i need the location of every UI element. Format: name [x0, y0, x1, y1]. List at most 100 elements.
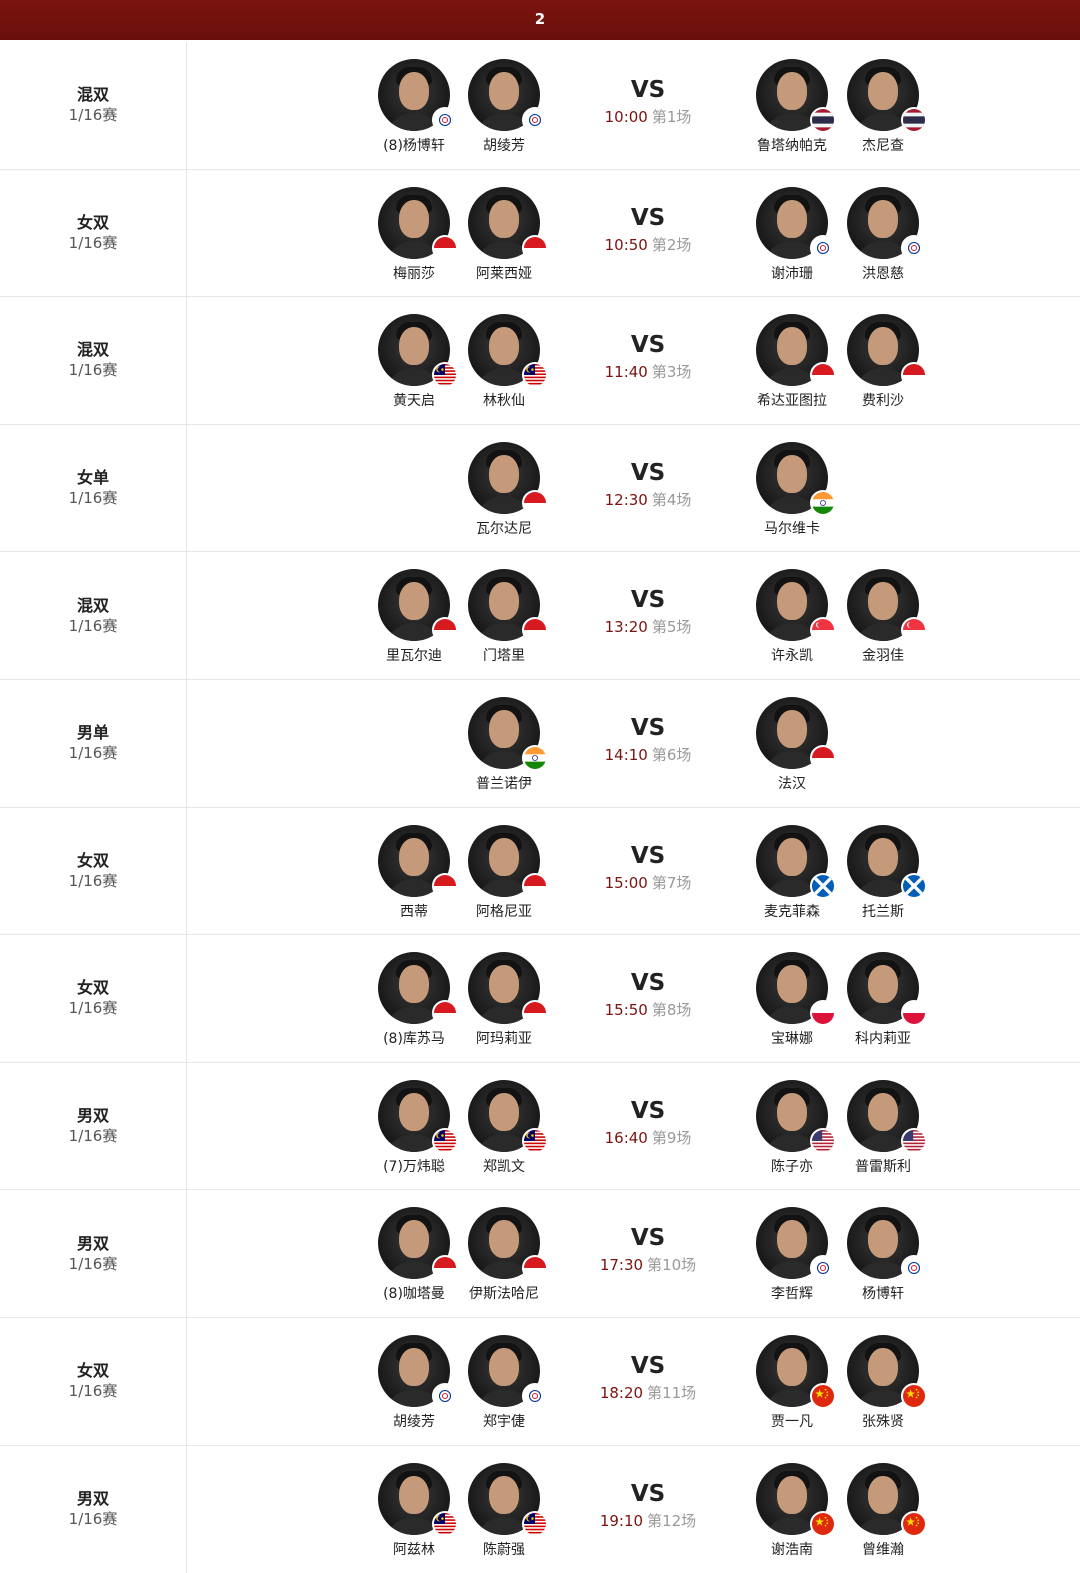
player-avatar[interactable] [756, 824, 836, 899]
match-row[interactable]: 女单 1/16赛 瓦尔达尼 马尔维卡 VS 12:30 第4场 [0, 424, 1080, 553]
player-right-2[interactable]: 洪恩慈 [828, 186, 938, 283]
player-right-1[interactable]: 法汉 [737, 696, 847, 793]
player-avatar[interactable] [378, 314, 458, 389]
player-left-2[interactable]: 郑宇倢 [449, 1334, 559, 1431]
player-left-2[interactable]: 阿莱西娅 [449, 186, 559, 283]
player-avatar[interactable] [847, 569, 927, 644]
player-avatar[interactable] [756, 186, 836, 261]
player-avatar[interactable] [756, 1207, 836, 1282]
player-avatar[interactable] [468, 1334, 548, 1409]
match-row[interactable]: 男双 1/16赛 (7)万炜聪 郑凯文 陈子亦 普雷斯利 VS 16:40 第9… [0, 1062, 1080, 1191]
player-name: 宝琳娜 [771, 1031, 813, 1048]
player-name: 黄天启 [393, 393, 435, 410]
match-row[interactable]: 女双 1/16赛 梅丽莎 阿莱西娅 谢沛珊 洪恩慈 VS 10:50 第2场 [0, 169, 1080, 298]
player-avatar[interactable] [468, 569, 548, 644]
player-avatar[interactable] [847, 314, 927, 389]
player-avatar[interactable] [378, 59, 458, 133]
match-info: VS 14:10 第6场 [578, 714, 718, 765]
player-right-2[interactable]: 科内莉亚 [828, 952, 938, 1048]
player-avatar[interactable] [378, 1462, 458, 1537]
player-avatar[interactable] [468, 824, 548, 899]
player-avatar[interactable] [468, 314, 548, 389]
match-row[interactable]: 混双 1/16赛 (8)杨博轩 胡绫芳 鲁塔纳帕克 杰尼查 VS 10:00 第… [0, 42, 1080, 170]
player-right-2[interactable]: 托兰斯 [828, 824, 938, 921]
match-row[interactable]: 女双 1/16赛 胡绫芳 郑宇倢 贾一凡 张殊贤 VS 18:20 第11场 [0, 1317, 1080, 1446]
player-name: (8)咖塔曼 [383, 1286, 445, 1303]
player-avatar[interactable] [756, 314, 836, 389]
player-avatar[interactable] [378, 824, 458, 899]
player-name: 西蒂 [400, 903, 428, 920]
vs-label: VS [630, 332, 666, 359]
player-left-2[interactable]: 陈蔚强 [449, 1462, 559, 1559]
china-flag-icon [901, 1510, 927, 1537]
singapore-flag-icon [901, 617, 927, 644]
match-row[interactable]: 男单 1/16赛 普兰诺伊 法汉 VS 14:10 第6场 [0, 679, 1080, 808]
player-avatar[interactable] [378, 186, 458, 261]
event-round: 1/16赛 [68, 871, 118, 890]
match-court: 第4场 [651, 490, 692, 509]
match-row[interactable]: 女双 1/16赛 (8)库苏马 阿玛莉亚 宝琳娜 科内莉亚 VS 15:50 第… [0, 935, 1080, 1063]
player-avatar[interactable] [756, 1079, 836, 1154]
player-left-2[interactable]: 郑凯文 [449, 1079, 559, 1176]
match-row[interactable]: 男双 1/16赛 阿兹林 陈蔚强 谢浩南 曾维瀚 VS 19:10 第12场 [0, 1445, 1080, 1573]
match-row[interactable]: 混双 1/16赛 里瓦尔迪 门塔里 许永凯 金羽佳 VS 13:20 第5场 [0, 552, 1080, 680]
player-avatar[interactable] [847, 1079, 927, 1154]
player-avatar[interactable] [468, 1462, 548, 1537]
player-left-2[interactable]: 阿玛莉亚 [449, 952, 559, 1048]
player-left-1[interactable]: 瓦尔达尼 [449, 441, 559, 538]
player-right-2[interactable]: 曾维瀚 [828, 1462, 938, 1559]
player-avatar[interactable] [847, 824, 927, 899]
malaysia-flag-icon [522, 1510, 548, 1537]
player-avatar[interactable] [468, 1207, 548, 1282]
player-right-2[interactable]: 张殊贤 [828, 1334, 938, 1431]
player-avatar[interactable] [756, 1334, 836, 1409]
player-avatar[interactable] [378, 569, 458, 644]
player-avatar[interactable] [468, 59, 548, 133]
player-avatar[interactable] [468, 952, 548, 1027]
player-left-2[interactable]: 林秋仙 [449, 314, 559, 410]
event-type: 男单 [76, 723, 109, 743]
poland-flag-icon [901, 1000, 927, 1027]
player-avatar[interactable] [468, 186, 548, 261]
player-right-2[interactable]: 杰尼查 [828, 59, 938, 155]
match-row[interactable]: 混双 1/16赛 黄天启 林秋仙 希达亚图拉 费利沙 VS 11:40 第3场 [0, 297, 1080, 425]
player-right-2[interactable]: 金羽佳 [828, 569, 938, 665]
player-avatar[interactable] [847, 186, 927, 261]
player-left-2[interactable]: 胡绫芳 [449, 59, 559, 155]
player-left-1[interactable]: 普兰诺伊 [449, 696, 559, 793]
player-right-2[interactable]: 杨博轩 [828, 1207, 938, 1303]
player-avatar[interactable] [756, 569, 836, 644]
player-right-2[interactable]: 普雷斯利 [828, 1079, 938, 1176]
match-court: 第10场 [647, 1256, 697, 1275]
player-avatar[interactable] [847, 1207, 927, 1282]
player-right-2[interactable]: 费利沙 [828, 314, 938, 410]
player-avatar[interactable] [847, 1462, 927, 1537]
player-left-2[interactable]: 伊斯法哈尼 [449, 1207, 559, 1303]
player-avatar[interactable] [847, 1334, 927, 1409]
player-avatar[interactable] [847, 59, 927, 133]
player-left-2[interactable]: 阿格尼亚 [449, 824, 559, 921]
player-avatar[interactable] [378, 1207, 458, 1282]
player-avatar[interactable] [378, 1334, 458, 1409]
player-avatar[interactable] [468, 696, 548, 771]
player-avatar[interactable] [378, 952, 458, 1027]
match-row[interactable]: 男双 1/16赛 (8)咖塔曼 伊斯法哈尼 李哲辉 杨博轩 VS 17:30 第… [0, 1190, 1080, 1318]
player-left-2[interactable]: 门塔里 [449, 569, 559, 665]
malaysia-flag-icon [522, 1127, 548, 1154]
vs-label: VS [630, 970, 666, 997]
player-avatar[interactable] [756, 952, 836, 1027]
player-avatar[interactable] [756, 441, 836, 516]
player-avatar[interactable] [468, 1079, 548, 1154]
match-row[interactable]: 女双 1/16赛 西蒂 阿格尼亚 麦克菲森 托兰斯 VS 15:00 第7场 [0, 807, 1080, 936]
indonesia-flag-icon [522, 1000, 548, 1027]
player-right-1[interactable]: 马尔维卡 [737, 441, 847, 538]
player-avatar[interactable] [847, 952, 927, 1027]
event-round: 1/16赛 [68, 361, 118, 380]
player-avatar[interactable] [756, 1462, 836, 1537]
event-cell: 女双 1/16赛 [0, 169, 187, 297]
player-avatar[interactable] [378, 1079, 458, 1154]
player-avatar[interactable] [756, 59, 836, 133]
player-name: 谢沛珊 [771, 265, 813, 282]
player-avatar[interactable] [756, 696, 836, 771]
player-avatar[interactable] [468, 441, 548, 516]
